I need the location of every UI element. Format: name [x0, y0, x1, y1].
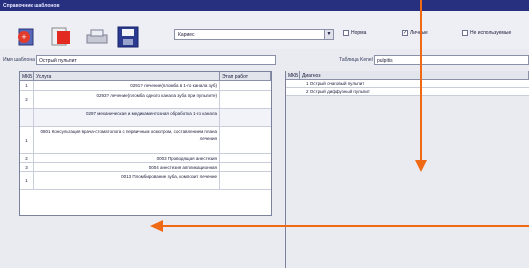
table-row[interactable]: 1 0801 Консультация врача-стоматолога с … — [20, 127, 271, 154]
personal-checkbox-box[interactable]: ✓ — [402, 30, 408, 36]
unused-checkbox[interactable]: Не используемые — [462, 30, 511, 36]
chevron-down-icon[interactable]: ▼ — [324, 30, 333, 39]
col-stage[interactable]: Этап работ — [220, 72, 271, 80]
template-name-field[interactable]: Острый пульпит — [36, 55, 276, 65]
table-row[interactable]: 2 0293? лечение(пломба одного канала зуб… — [20, 91, 271, 109]
bottom-panel — [0, 216, 285, 268]
print-button[interactable] — [85, 25, 109, 49]
unused-checkbox-label: Не используемые — [470, 30, 512, 36]
list-item[interactable]: 2 Острый диффузный пульпит — [286, 88, 529, 96]
unused-checkbox-box[interactable] — [462, 30, 468, 36]
printer-icon — [86, 29, 108, 44]
annotation-arrow-left-head — [150, 220, 163, 232]
norm-checkbox-box[interactable] — [343, 30, 349, 36]
window-title: Справочник шаблонов — [0, 0, 529, 11]
svg-text:+: + — [21, 32, 26, 42]
norm-checkbox-label: Норма — [351, 30, 367, 36]
add-icon: + — [18, 28, 34, 46]
floppy-disk-icon — [117, 26, 139, 48]
diagnoses-grid: МКБ Диагноз 1 Острый очаговый пульпит 2 … — [285, 71, 529, 268]
annotation-arrow-vertical — [420, 0, 422, 162]
col-diagnosis[interactable]: Диагноз — [300, 71, 529, 79]
delete-icon — [51, 27, 70, 46]
personal-checkbox[interactable]: ✓ Личные — [402, 30, 428, 36]
col-code[interactable]: МКБ — [20, 72, 34, 80]
template-name-label: Имя шаблона — [3, 57, 35, 63]
col-service[interactable]: Услуга — [34, 72, 220, 80]
add-button[interactable]: + — [17, 25, 41, 49]
template-directory-window: Справочник шаблонов + Кариес ▼ Норма ✓ Л… — [0, 0, 529, 268]
table-row[interactable]: 1 0013 Пломбирование зуба, композит лече… — [20, 172, 271, 190]
table-row[interactable]: 0297 механическая и медикаментозная обра… — [20, 109, 271, 127]
diagnoses-grid-header: МКБ Диагноз — [286, 71, 529, 80]
table-row[interactable]: 2 0003 Проводящая анестезия — [20, 154, 271, 163]
annotation-arrow-down-head — [415, 160, 427, 172]
annotation-arrow-horizontal — [162, 225, 529, 227]
services-grid: МКБ Услуга Этап работ 1 0291? лечение(пл… — [19, 71, 272, 216]
table-label: Таблица Kenel — [339, 57, 373, 63]
col-code[interactable]: МКБ — [286, 71, 300, 79]
diagnosis-group-dropdown[interactable]: Кариес ▼ — [174, 29, 334, 40]
combo-value: Кариес — [178, 32, 195, 38]
norm-checkbox[interactable]: Норма — [343, 30, 366, 36]
delete-button[interactable] — [48, 25, 72, 49]
table-row[interactable]: 1 0291? лечение(пломба в 1-го канала зуб… — [20, 81, 271, 91]
services-grid-header: МКБ Услуга Этап работ — [20, 72, 271, 81]
personal-checkbox-label: Личные — [410, 30, 428, 36]
table-row[interactable]: 3 0004 анестезия аппликационная — [20, 163, 271, 172]
save-button[interactable] — [116, 25, 140, 49]
list-item[interactable]: 1 Острый очаговый пульпит — [286, 80, 529, 88]
table-field[interactable]: pulpitis — [374, 55, 529, 65]
